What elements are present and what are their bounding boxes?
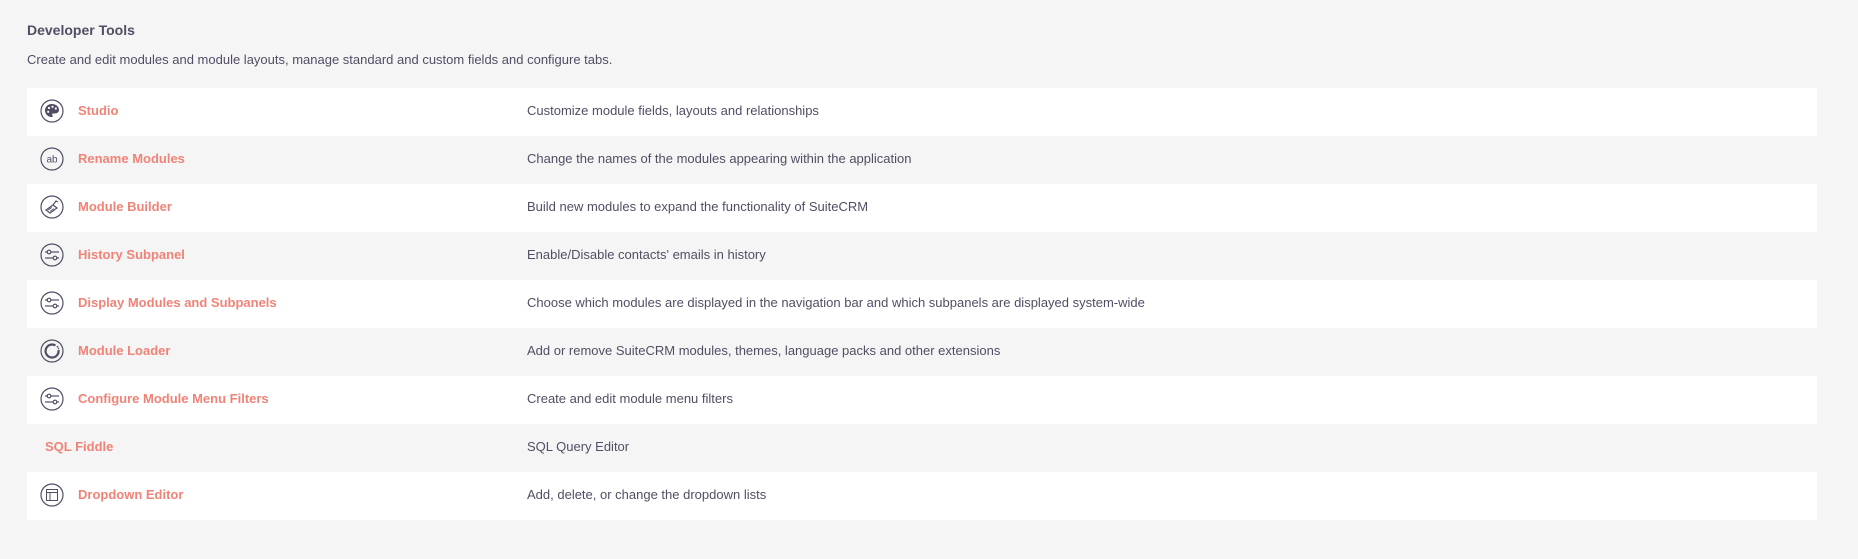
sql-fiddle-link[interactable]: SQL Fiddle [45, 439, 113, 454]
panel-title: Developer Tools [27, 22, 135, 38]
rename-modules-description: Change the names of the modules appearin… [527, 151, 912, 166]
row-configure-module-menu-filters: Configure Module Menu Filters Create and… [27, 376, 1817, 424]
module-loader-link[interactable]: Module Loader [78, 343, 170, 358]
row-sql-fiddle: SQL Fiddle SQL Query Editor [27, 424, 1817, 472]
dropdown-editor-description: Add, delete, or change the dropdown list… [527, 487, 767, 502]
row-display-modules-and-subpanels: Display Modules and Subpanels Choose whi… [27, 280, 1817, 328]
module-loader-description: Add or remove SuiteCRM modules, themes, … [527, 343, 1001, 358]
row-module-loader: Module Loader Add or remove SuiteCRM mod… [27, 328, 1817, 376]
row-module-builder: Module Builder Build new modules to expa… [27, 184, 1817, 232]
sliders-icon[interactable] [40, 243, 64, 267]
module-builder-description: Build new modules to expand the function… [527, 199, 869, 214]
trowel-icon[interactable] [40, 195, 64, 219]
rename-modules-link[interactable]: Rename Modules [78, 151, 185, 166]
sliders-icon[interactable] [40, 387, 64, 411]
panel-description: Create and edit modules and module layou… [27, 52, 613, 67]
sql-fiddle-description: SQL Query Editor [527, 439, 630, 454]
history-subpanel-description: Enable/Disable contacts' emails in histo… [527, 247, 766, 262]
studio-link[interactable]: Studio [78, 103, 118, 118]
configure-module-menu-filters-description: Create and edit module menu filters [527, 391, 733, 406]
dropdown-list-icon[interactable] [40, 483, 64, 507]
display-modules-and-subpanels-link[interactable]: Display Modules and Subpanels [78, 295, 277, 310]
svg-text:ab: ab [46, 155, 58, 166]
module-builder-link[interactable]: Module Builder [78, 199, 172, 214]
tools-list: Studio Customize module fields, layouts … [27, 88, 1817, 520]
loader-icon[interactable] [40, 339, 64, 363]
row-rename-modules: ab Rename Modules Change the names of th… [27, 136, 1817, 184]
configure-module-menu-filters-link[interactable]: Configure Module Menu Filters [78, 391, 269, 406]
sliders-icon[interactable] [40, 291, 64, 315]
palette-icon[interactable] [40, 99, 64, 123]
history-subpanel-link[interactable]: History Subpanel [78, 247, 185, 262]
row-dropdown-editor: Dropdown Editor Add, delete, or change t… [27, 472, 1817, 520]
row-studio: Studio Customize module fields, layouts … [27, 88, 1817, 136]
row-history-subpanel: History Subpanel Enable/Disable contacts… [27, 232, 1817, 280]
rename-ab-icon[interactable]: ab [40, 147, 64, 171]
dropdown-editor-link[interactable]: Dropdown Editor [78, 487, 183, 502]
studio-description: Customize module fields, layouts and rel… [527, 103, 819, 118]
display-modules-and-subpanels-description: Choose which modules are displayed in th… [527, 295, 1145, 310]
